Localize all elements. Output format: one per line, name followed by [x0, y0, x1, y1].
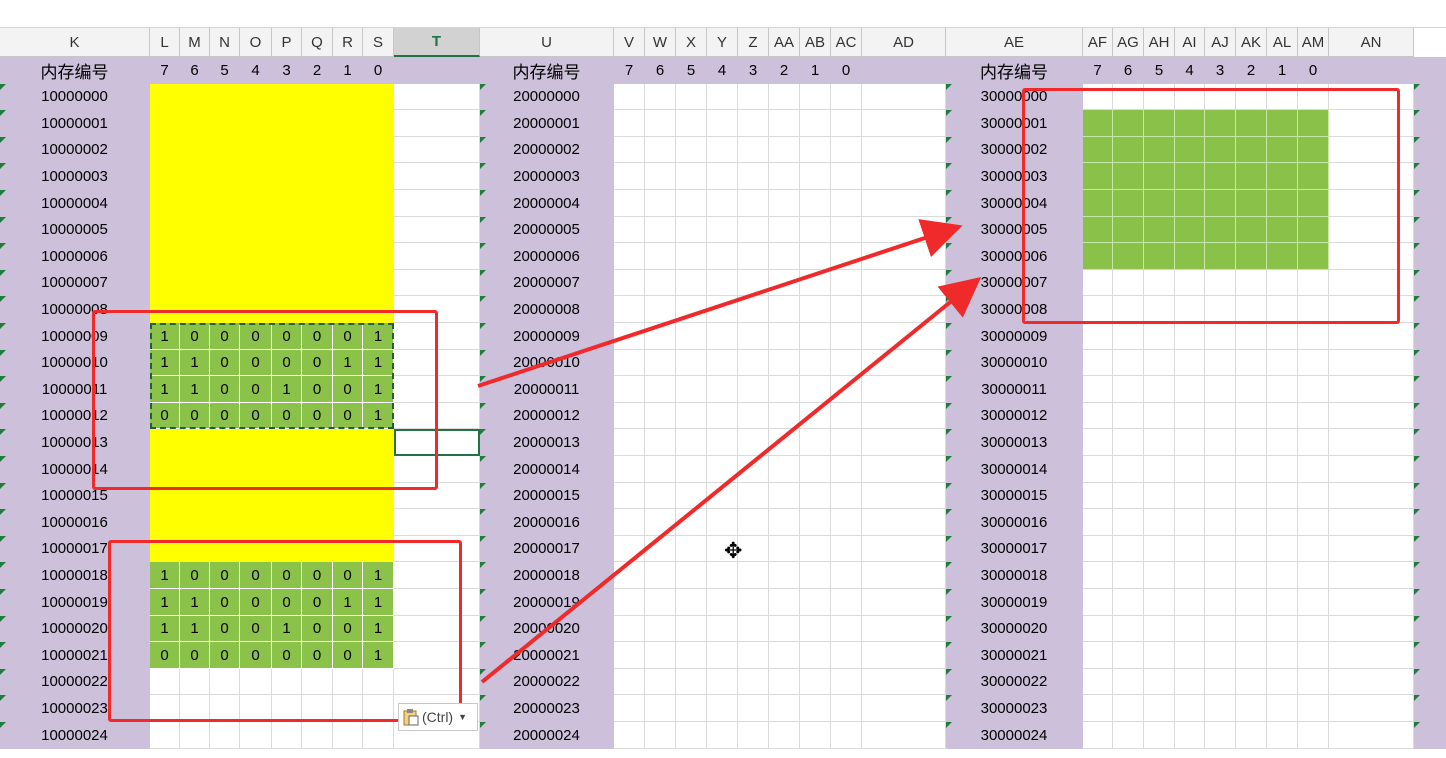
arrow-upper: [477, 219, 963, 388]
annotation-arrows: [477, 219, 982, 684]
arrow-lower: [480, 276, 982, 684]
